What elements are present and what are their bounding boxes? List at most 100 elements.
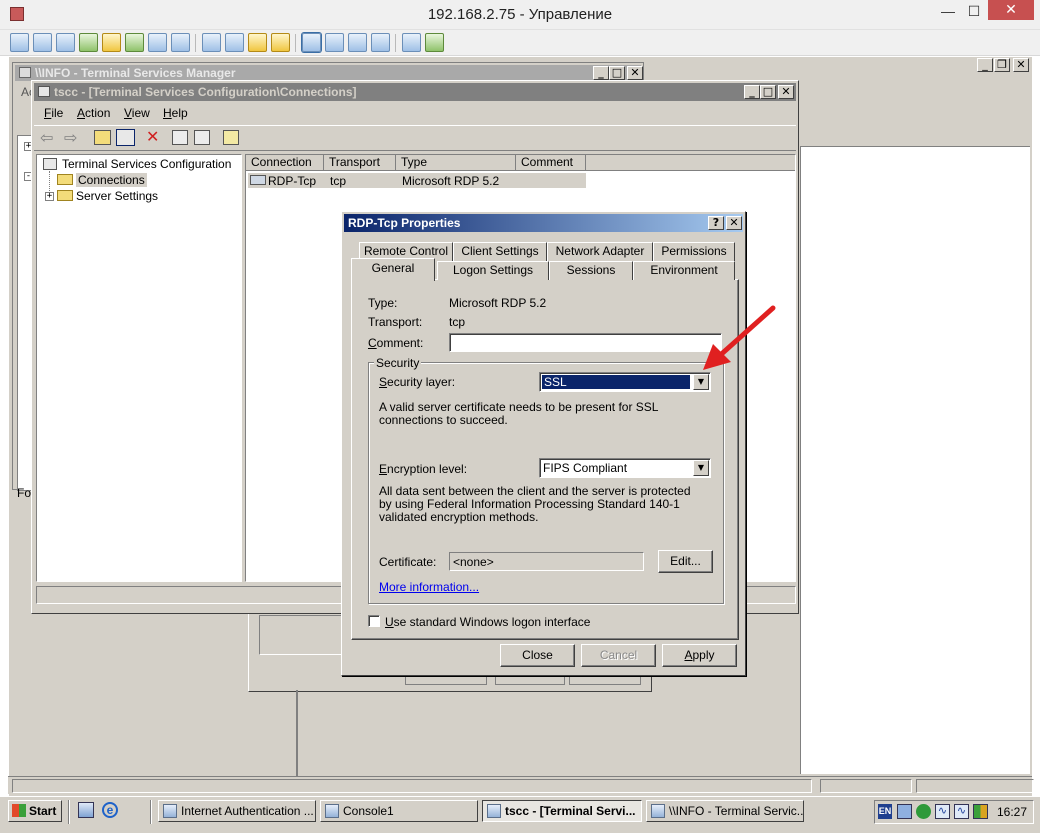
clock[interactable]: 16:27 (997, 805, 1027, 819)
menu-view[interactable]: View (124, 106, 150, 120)
chat-icon[interactable] (125, 33, 144, 52)
minimize-button[interactable]: _ (593, 66, 609, 80)
menu-file[interactable]: File (44, 106, 63, 120)
scale-icon[interactable] (325, 33, 344, 52)
taskbar-button-tscc[interactable]: tscc - [Terminal Servi... (482, 800, 642, 822)
tab-network-adapter[interactable]: Network Adapter (547, 242, 653, 261)
security-layer-dropdown[interactable]: SSL ▼ (539, 372, 711, 392)
minimize-button[interactable]: _ (744, 85, 760, 99)
status-pane (916, 779, 1034, 793)
monitor-icon[interactable] (33, 33, 52, 52)
minimize-button[interactable]: — (935, 2, 961, 22)
chevron-down-icon[interactable]: ▼ (693, 460, 709, 476)
internet-explorer-icon[interactable]: e (102, 802, 118, 818)
properties-icon[interactable] (172, 130, 188, 145)
window-icon[interactable] (348, 33, 367, 52)
back-icon[interactable]: ⇦ (40, 128, 53, 148)
tree-item-connections[interactable]: Connections (57, 173, 147, 187)
network-icon[interactable] (897, 804, 912, 819)
apply-button[interactable]: Apply (662, 644, 737, 667)
taskbar-button-ias[interactable]: Internet Authentication ... (158, 800, 316, 822)
connection-status-icon[interactable] (973, 804, 988, 819)
close-button[interactable]: ✕ (1013, 58, 1029, 72)
comment-field[interactable] (449, 333, 722, 352)
close-button[interactable]: ✕ (988, 0, 1034, 20)
maximize-button[interactable]: □ (760, 85, 776, 99)
tab-environment[interactable]: Environment (633, 261, 735, 280)
settings-icon[interactable] (425, 33, 444, 52)
maximize-button[interactable]: □ (609, 66, 625, 80)
cancel-button[interactable]: Cancel (581, 644, 656, 667)
host-titlebar: 192.168.2.75 - Управление — ☐ ✕ (0, 0, 1040, 30)
security-icon[interactable] (916, 804, 931, 819)
tab-logon-settings[interactable]: Logon Settings (437, 261, 549, 280)
toolbar-separator (295, 34, 296, 52)
more-information-link[interactable]: More information... (379, 580, 479, 594)
tree-pane: Terminal Services Configuration Connecti… (36, 154, 242, 582)
tab-client-settings[interactable]: Client Settings (453, 242, 547, 261)
display-icon[interactable] (10, 33, 29, 52)
start-button[interactable]: Start (8, 800, 62, 822)
phone-icon[interactable] (148, 33, 167, 52)
restore-button[interactable]: ❐ (994, 58, 1010, 72)
close-button[interactable]: ✕ (627, 66, 643, 80)
task-label: \\INFO - Terminal Servic... (669, 804, 804, 818)
activity-icon[interactable]: ∿ (954, 804, 969, 819)
tab-permissions[interactable]: Permissions (653, 242, 735, 261)
lock-icon[interactable] (248, 33, 267, 52)
tree-root[interactable]: Terminal Services Configuration (43, 157, 231, 171)
column-header-type[interactable]: Type (396, 155, 516, 171)
column-header-connection[interactable]: Connection (246, 155, 324, 171)
message-icon[interactable] (171, 33, 190, 52)
taskbar-button-tsm[interactable]: \\INFO - Terminal Servic... (646, 800, 804, 822)
show-tree-icon[interactable] (116, 129, 135, 146)
window-icon[interactable] (402, 33, 421, 52)
fullscreen-icon[interactable] (302, 33, 321, 52)
language-indicator[interactable]: EN (878, 804, 892, 819)
certificate-label: Certificate: (379, 555, 437, 569)
table-row[interactable]: RDP-Tcp tcp Microsoft RDP 5.2 (248, 173, 586, 188)
screenshot-icon[interactable] (371, 33, 390, 52)
taskbar-button-console1[interactable]: Console1 (320, 800, 478, 822)
upload-icon[interactable] (202, 33, 221, 52)
column-header-transport[interactable]: Transport (324, 155, 396, 171)
security-layer-description: A valid server certificate needs to be p… (379, 400, 659, 427)
edit-button[interactable]: Edit... (658, 550, 713, 573)
encryption-level-description: All data sent between the client and the… (379, 484, 691, 524)
column-header-comment[interactable]: Comment (516, 155, 586, 171)
expander-icon[interactable]: + (45, 192, 54, 201)
export-icon[interactable] (194, 130, 210, 145)
forward-icon[interactable]: ⇨ (64, 128, 77, 148)
tscc-titlebar: tscc - [Terminal Services Configuration\… (34, 83, 796, 101)
transfer-icon[interactable] (79, 33, 98, 52)
tree-item-server-settings[interactable]: Server Settings (57, 189, 158, 203)
minimize-button[interactable]: _ (977, 58, 993, 72)
start-label: Start (29, 804, 57, 818)
windows-logo-icon (12, 804, 26, 817)
logon-checkbox[interactable] (368, 615, 380, 627)
tab-sessions[interactable]: Sessions (549, 261, 633, 280)
annotation-arrow-icon (703, 305, 776, 370)
network-icon[interactable] (225, 33, 244, 52)
activity-icon[interactable]: ∿ (935, 804, 950, 819)
close-button[interactable]: ✕ (778, 85, 794, 99)
encryption-level-dropdown[interactable]: FIPS Compliant ▼ (539, 458, 711, 478)
type-value: Microsoft RDP 5.2 (449, 296, 547, 310)
task-label: Internet Authentication ... (181, 804, 314, 818)
close-button[interactable]: ✕ (726, 216, 742, 230)
up-folder-icon[interactable] (94, 130, 111, 145)
console-icon[interactable] (56, 33, 75, 52)
show-desktop-icon[interactable] (78, 802, 94, 818)
help-icon[interactable] (223, 130, 239, 145)
security-layer-label: Security layer: (379, 375, 456, 389)
power-icon[interactable] (102, 33, 121, 52)
lock-icon[interactable] (271, 33, 290, 52)
tab-general[interactable]: General (351, 258, 435, 281)
maximize-button[interactable]: ☐ (961, 2, 987, 22)
menu-help[interactable]: Help (163, 106, 188, 120)
folder-icon (57, 190, 73, 202)
close-dialog-button[interactable]: Close (500, 644, 575, 667)
help-button[interactable]: ? (708, 216, 724, 230)
delete-icon[interactable]: ✕ (146, 127, 159, 147)
menu-action[interactable]: Action (77, 106, 110, 120)
